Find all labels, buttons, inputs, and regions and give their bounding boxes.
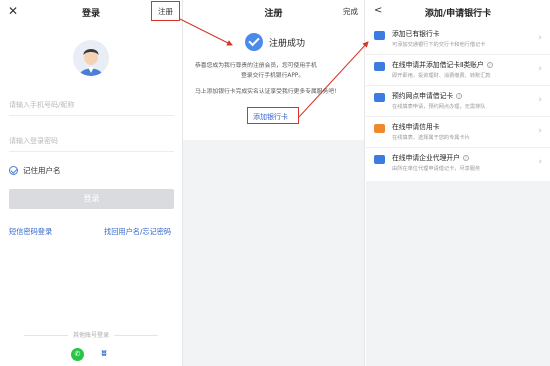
register-title: 注册 <box>264 9 283 19</box>
list-item-appointment-debit-card[interactable]: 预约网点申请借记卡? 在线填表申请，预约网点办理，无需排队 › <box>366 86 550 117</box>
done-button[interactable]: 完成 <box>343 6 358 17</box>
item-title: 在线申请信用卡 <box>392 123 440 131</box>
avatar <box>73 40 109 76</box>
add-card-screen: < 添加/申请银行卡 添加已有银行卡 可添加交通银行下的交行卡和他行借记卡 › … <box>366 0 550 366</box>
sms-login-link[interactable]: 短信密码登录 <box>9 227 52 237</box>
item-title: 在线申请企业代理开户? <box>392 154 469 162</box>
success-message-line-3: 马上添加银行卡完成实名认证享受我行更多专属服务吧! <box>195 89 337 95</box>
item-title: 在线申请并添加借记卡Ⅱ类账户? <box>392 61 493 69</box>
remember-username[interactable]: 记住用户名 <box>9 165 61 176</box>
add-card-title: 添加/申请银行卡 <box>424 9 492 19</box>
register-nav-bar: 注册 完成 <box>183 0 364 24</box>
phone-input[interactable]: 请输入手机号码/昵称 <box>9 94 174 116</box>
item-subtitle: 可添加交通银行下的交行卡和他行借记卡 <box>392 42 486 48</box>
chevron-right-icon: › <box>538 33 542 43</box>
add-card-highlight-box <box>247 107 299 124</box>
success-message-line-2: 登录交行手机银行APP。 <box>241 73 305 79</box>
id-card-icon <box>374 62 385 71</box>
list-item-add-existing-card[interactable]: 添加已有银行卡 可添加交通银行下的交行卡和他行借记卡 › <box>366 24 550 55</box>
item-subtitle: 在线填表，选择属于您的专属卡片 <box>392 135 470 141</box>
avatar-icon <box>73 40 109 76</box>
item-subtitle: 由所在单位代理申请借记卡，尽享服务 <box>392 166 481 172</box>
chevron-right-icon: › <box>538 126 542 136</box>
credit-card-icon <box>374 124 385 133</box>
list-item-enterprise-account[interactable]: 在线申请企业代理开户? 由所在单位代理申请借记卡，尽享服务 › <box>366 148 550 179</box>
item-subtitle: 在线填表申请，预约网点办理，无需排队 <box>392 104 486 110</box>
success-text: 注册成功 <box>269 38 306 49</box>
list-item-credit-card[interactable]: 在线申请信用卡 在线填表，选择属于您的专属卡片 › <box>366 117 550 148</box>
appointment-card-icon <box>374 93 385 102</box>
register-success-screen: 注册 完成 注册成功 恭喜您成为我行尊贵的注册会员，您可使用手机 登录交行手机银… <box>183 0 365 366</box>
item-title: 预约网点申请借记卡? <box>392 92 463 100</box>
item-title: 添加已有银行卡 <box>392 30 440 38</box>
password-input[interactable]: 请输入登录密码 <box>9 130 174 152</box>
register-card: 注册成功 恭喜您成为我行尊贵的注册会员，您可使用手机 登录交行手机银行APP。 … <box>183 24 364 140</box>
item-subtitle: 即开即用，投资理财、消费缴费、转账汇款 <box>392 73 491 79</box>
list-item-online-debit-card[interactable]: 在线申请并添加借记卡Ⅱ类账户? 即开即用，投资理财、消费缴费、转账汇款 › <box>366 55 550 86</box>
register-highlight-box <box>151 1 180 21</box>
remember-label: 记住用户名 <box>23 166 61 175</box>
alt-login-icon[interactable]: ʬ <box>98 349 110 360</box>
info-icon[interactable]: ? <box>456 93 463 99</box>
card-option-list: 添加已有银行卡 可添加交通银行下的交行卡和他行借记卡 › 在线申请并添加借记卡Ⅱ… <box>366 24 550 181</box>
chevron-right-icon: › <box>538 64 542 74</box>
success-message-line-1: 恭喜您成为我行尊贵的注册会员，您可使用手机 <box>195 63 317 69</box>
login-button[interactable]: 登录 <box>9 189 174 209</box>
check-circle-icon <box>245 33 263 51</box>
info-icon[interactable]: ? <box>486 62 493 68</box>
enterprise-icon <box>374 155 385 164</box>
chevron-right-icon: › <box>538 157 542 167</box>
success-row: 注册成功 <box>245 33 305 51</box>
recover-account-link[interactable]: 找回用户名/忘记密码 <box>104 227 171 237</box>
chevron-right-icon: › <box>538 95 542 105</box>
wechat-icon[interactable]: ✆ <box>71 348 84 361</box>
login-screen: ✕ 登录 注册 请输入手机号码/昵称 请输入登录密码 记住用户名 登录 短信密码… <box>0 0 183 366</box>
check-circle-icon[interactable] <box>9 166 18 175</box>
other-login-label: 其他账号登录 <box>0 330 182 339</box>
add-card-nav-bar: < 添加/申请银行卡 <box>366 0 550 24</box>
info-icon[interactable]: ? <box>462 155 469 161</box>
card-add-icon <box>374 31 385 40</box>
